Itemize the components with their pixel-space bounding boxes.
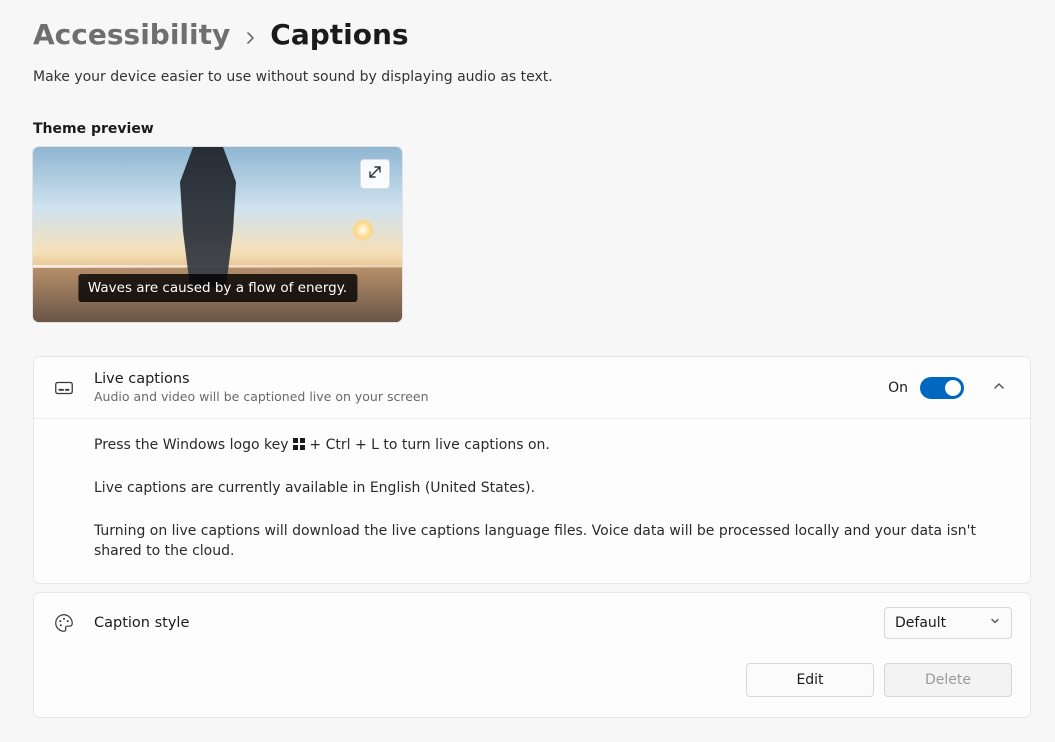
breadcrumb: Accessibility Captions: [33, 18, 1031, 51]
expand-preview-button[interactable]: [360, 159, 390, 189]
caption-style-title: Caption style: [94, 615, 866, 631]
windows-logo-key-icon: [293, 436, 305, 456]
live-captions-collapse-button[interactable]: [986, 379, 1012, 397]
breadcrumb-parent[interactable]: Accessibility: [33, 18, 230, 51]
live-captions-availability-line: Live captions are currently available in…: [94, 478, 1012, 498]
live-captions-shortcut-line: Press the Windows logo key + Ctrl + L to…: [94, 435, 1012, 456]
live-captions-download-line: Turning on live captions will download t…: [94, 521, 1012, 562]
theme-preview-card[interactable]: Waves are caused by a flow of energy.: [33, 147, 402, 322]
chevron-right-icon: [244, 25, 256, 49]
page-title: Captions: [270, 18, 408, 51]
caption-style-card: Caption style Default Edit Delete: [33, 592, 1031, 718]
preview-sample-caption: Waves are caused by a flow of energy.: [78, 274, 357, 302]
palette-icon: [52, 612, 76, 634]
caption-style-dropdown[interactable]: Default: [884, 607, 1012, 639]
theme-preview-label: Theme preview: [33, 121, 1031, 137]
live-captions-title: Live captions: [94, 371, 870, 387]
expand-icon: [368, 165, 382, 183]
caption-style-edit-button[interactable]: Edit: [746, 663, 874, 697]
chevron-down-icon: [989, 615, 1001, 631]
page-subtitle: Make your device easier to use without s…: [33, 69, 1031, 85]
chevron-up-icon: [992, 379, 1006, 397]
live-captions-toggle[interactable]: [920, 377, 964, 399]
live-captions-subtitle: Audio and video will be captioned live o…: [94, 389, 870, 404]
caption-style-selected: Default: [895, 615, 946, 631]
live-captions-card: Live captions Audio and video will be ca…: [33, 356, 1031, 584]
live-captions-toggle-state: On: [888, 380, 908, 396]
captions-icon: [52, 377, 76, 399]
live-captions-details: Press the Windows logo key + Ctrl + L to…: [34, 418, 1030, 583]
caption-style-delete-button: Delete: [884, 663, 1012, 697]
